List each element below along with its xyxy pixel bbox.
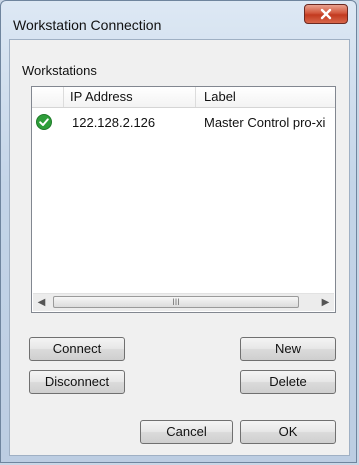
delete-button[interactable]: Delete <box>240 370 336 394</box>
workstations-list[interactable]: IP Address Label 122.128.2.126 Master Co… <box>31 86 336 313</box>
title-bar[interactable]: Workstation Connection <box>1 1 356 39</box>
ip-address-cell: 122.128.2.126 <box>72 115 156 130</box>
column-divider[interactable] <box>63 87 64 107</box>
connected-check-icon <box>36 114 52 133</box>
column-header-label[interactable]: Label <box>204 89 236 104</box>
column-divider[interactable] <box>195 87 196 107</box>
scroll-right-arrow-icon[interactable]: ▶ <box>317 294 334 311</box>
horizontal-scrollbar[interactable]: ◀ III ▶ <box>33 293 334 311</box>
window-title: Workstation Connection <box>13 17 162 33</box>
scroll-left-arrow-icon[interactable]: ◀ <box>33 294 50 311</box>
cancel-button[interactable]: Cancel <box>140 420 233 444</box>
close-button[interactable] <box>304 4 348 24</box>
new-button[interactable]: New <box>240 337 336 361</box>
workstations-group-label: Workstations <box>22 63 97 78</box>
scrollbar-thumb[interactable]: III <box>53 296 299 308</box>
connect-button[interactable]: Connect <box>29 337 125 361</box>
column-header-ip-address[interactable]: IP Address <box>70 89 133 104</box>
table-row[interactable]: 122.128.2.126 Master Control pro-xi <box>32 113 335 133</box>
ok-button[interactable]: OK <box>240 420 336 444</box>
disconnect-button[interactable]: Disconnect <box>29 370 125 394</box>
close-icon <box>320 8 332 20</box>
list-header: IP Address Label <box>32 87 335 108</box>
label-cell: Master Control pro-xi <box>204 115 326 130</box>
